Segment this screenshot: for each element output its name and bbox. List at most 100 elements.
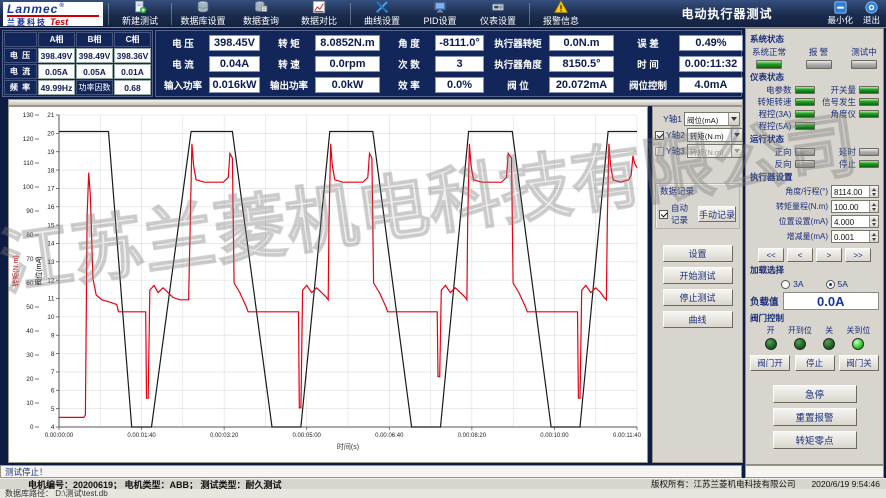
readout-2-0: 输入功率0.016kW bbox=[158, 75, 262, 94]
y-axis-1-select[interactable]: 阀位(mA) bbox=[684, 112, 740, 126]
toolbar-separator bbox=[350, 3, 351, 25]
svg-text:20: 20 bbox=[26, 376, 34, 383]
valve-close-button[interactable]: 阀门关 bbox=[839, 355, 879, 371]
titlebar: Lanmec® 兰菱科技Test 新建测试数据库设置数据查询数据对比曲线设置PI… bbox=[0, 0, 886, 28]
toolbar-item-new-test[interactable]: 新建测试 bbox=[111, 1, 169, 27]
logo-suffix: Test bbox=[50, 18, 68, 27]
radio-icon bbox=[826, 280, 835, 289]
toolbar-item-pid-settings[interactable]: PID设置 bbox=[411, 1, 469, 27]
y-axis-2-checkbox[interactable] bbox=[655, 131, 664, 140]
readout-value: 0.0rpm bbox=[315, 56, 380, 72]
readout-2-2: 效 率0.0% bbox=[384, 75, 486, 94]
svg-text:100: 100 bbox=[23, 184, 34, 191]
spinner-down-icon[interactable] bbox=[870, 237, 878, 243]
y-axis-2-select[interactable]: 转矩(N.m) bbox=[687, 128, 743, 142]
spinbox-value: 0.001 bbox=[832, 231, 869, 242]
torque-zero-button[interactable]: 转矩零点 bbox=[773, 431, 857, 449]
toolbar-item-curve-settings[interactable]: 曲线设置 bbox=[353, 1, 411, 27]
toolbar-item-data-compare[interactable]: 数据对比 bbox=[290, 1, 348, 27]
load-option-5A[interactable]: 5A bbox=[826, 279, 848, 289]
curve-button[interactable]: 曲线 bbox=[663, 311, 733, 328]
toolbar-item-meter-settings[interactable]: 仪表设置 bbox=[469, 1, 527, 27]
data-query-icon bbox=[254, 0, 268, 14]
auto-record-checkbox[interactable] bbox=[659, 210, 668, 219]
emergency-stop-button[interactable]: 急停 bbox=[773, 385, 857, 403]
spinner-down-icon[interactable] bbox=[870, 207, 878, 213]
spinbox-field-2[interactable]: 4.000 bbox=[831, 215, 879, 228]
toolbar-separator bbox=[529, 3, 530, 25]
y-axis-label: Y轴2 bbox=[666, 129, 685, 141]
readout-value: 0.00:11:32 bbox=[679, 56, 743, 72]
splitter-strip[interactable] bbox=[8, 99, 743, 106]
step-prev-button[interactable]: < bbox=[787, 248, 813, 262]
y-axis-row-3: Y轴3转矩(N.m) bbox=[655, 143, 740, 159]
reset-alarm-button[interactable]: 重置报警 bbox=[773, 408, 857, 426]
actuator-settings-group-title: 执行器设置 bbox=[750, 171, 879, 183]
step-next-button[interactable]: > bbox=[816, 248, 842, 262]
readout-label: 效 率 bbox=[386, 78, 432, 92]
svg-text:10: 10 bbox=[47, 314, 55, 321]
load-option-3A[interactable]: 3A bbox=[781, 279, 803, 289]
spinbox-field-3[interactable]: 0.001 bbox=[831, 230, 879, 243]
led-indicator bbox=[795, 86, 815, 94]
exit-button[interactable]: 退出 bbox=[863, 1, 880, 26]
manual-record-button[interactable]: 手动记录 bbox=[698, 206, 736, 222]
instrument-led-2: 转矩转速 bbox=[750, 96, 815, 107]
svg-text:8: 8 bbox=[51, 351, 55, 358]
spinbox-value: 4.000 bbox=[832, 216, 869, 227]
led-label: 正向 bbox=[774, 146, 791, 158]
spinbox-field-0[interactable]: 8114.00 bbox=[831, 185, 879, 198]
minimize-button[interactable]: 最小化 bbox=[827, 1, 853, 26]
spinner-down-icon[interactable] bbox=[870, 192, 878, 198]
led-indicator bbox=[859, 148, 879, 156]
status-message: 测试停止！ bbox=[5, 466, 48, 478]
y-axis-row-1: Y轴1阀位(mA) bbox=[655, 111, 740, 127]
y-axis-3-checkbox[interactable] bbox=[655, 147, 664, 156]
step-first-button[interactable]: << bbox=[758, 248, 784, 262]
svg-text:15: 15 bbox=[47, 222, 55, 229]
toolbar-item-label: 数据查询 bbox=[243, 14, 279, 27]
svg-text:110: 110 bbox=[23, 160, 34, 167]
radio-icon bbox=[781, 280, 790, 289]
readout-value: 8.0852N.m bbox=[315, 35, 380, 51]
led-indicator bbox=[851, 60, 877, 69]
svg-text:120: 120 bbox=[23, 136, 34, 143]
y-axis-3-select[interactable]: 转矩(N.m) bbox=[687, 144, 743, 158]
stop-test-button[interactable]: 停止测试 bbox=[663, 289, 733, 306]
svg-text:0.00:00:00: 0.00:00:00 bbox=[45, 433, 74, 439]
toolbar-item-database-settings[interactable]: 数据库设置 bbox=[174, 1, 232, 27]
instrument-led-6: 程控(5A) bbox=[750, 120, 815, 131]
spinbox-field-1[interactable]: 100.00 bbox=[831, 200, 879, 213]
spinner-down-icon[interactable] bbox=[870, 222, 878, 228]
load-select-group-title: 加载选择 bbox=[750, 264, 879, 276]
pid-settings-icon bbox=[433, 0, 447, 14]
system-status-group: 系统状态系统正常报 警测试中 bbox=[750, 33, 879, 69]
readout-0-1: 转 矩8.0852N.m bbox=[264, 33, 382, 52]
actuator-field-0: 角度/行程(°)8114.00 bbox=[750, 184, 879, 199]
svg-text:90: 90 bbox=[26, 208, 34, 215]
phase-table-value: 0.68 bbox=[114, 80, 151, 95]
settings-button[interactable]: 设置 bbox=[663, 245, 733, 262]
valve-led-label: 开 bbox=[756, 325, 785, 336]
new-test-icon bbox=[133, 0, 147, 14]
logo-brand: Lanmec bbox=[7, 3, 58, 15]
start-test-button[interactable]: 开始测试 bbox=[663, 267, 733, 284]
led-indicator bbox=[859, 160, 879, 168]
toolbar-item-data-query[interactable]: 数据查询 bbox=[232, 1, 290, 27]
readout-1-4: 时 间0.00:11:32 bbox=[618, 54, 745, 73]
valve-open-button[interactable]: 阀门开 bbox=[750, 355, 790, 371]
svg-text:10: 10 bbox=[26, 400, 34, 407]
toolbar-item-alarm-info[interactable]: 报警信息 bbox=[532, 1, 590, 27]
svg-text:17: 17 bbox=[47, 186, 55, 193]
phase-table-value: 0.01A bbox=[114, 64, 151, 79]
chart-canvas: 4567891011121314151617181920210102030405… bbox=[9, 107, 647, 462]
y-axis-select-value: 转矩(N.m) bbox=[688, 145, 731, 157]
valve-stop-button[interactable]: 停止 bbox=[795, 355, 835, 371]
led-label: 转矩转速 bbox=[757, 96, 791, 108]
readout-label: 执行器角度 bbox=[490, 57, 546, 71]
led-indicator bbox=[859, 86, 879, 94]
svg-text:0.00:10:00: 0.00:10:00 bbox=[540, 433, 569, 439]
status-message-bar: 测试停止！ bbox=[0, 465, 742, 478]
phase-table-value: 0.05A bbox=[76, 64, 113, 79]
step-last-button[interactable]: >> bbox=[845, 248, 871, 262]
